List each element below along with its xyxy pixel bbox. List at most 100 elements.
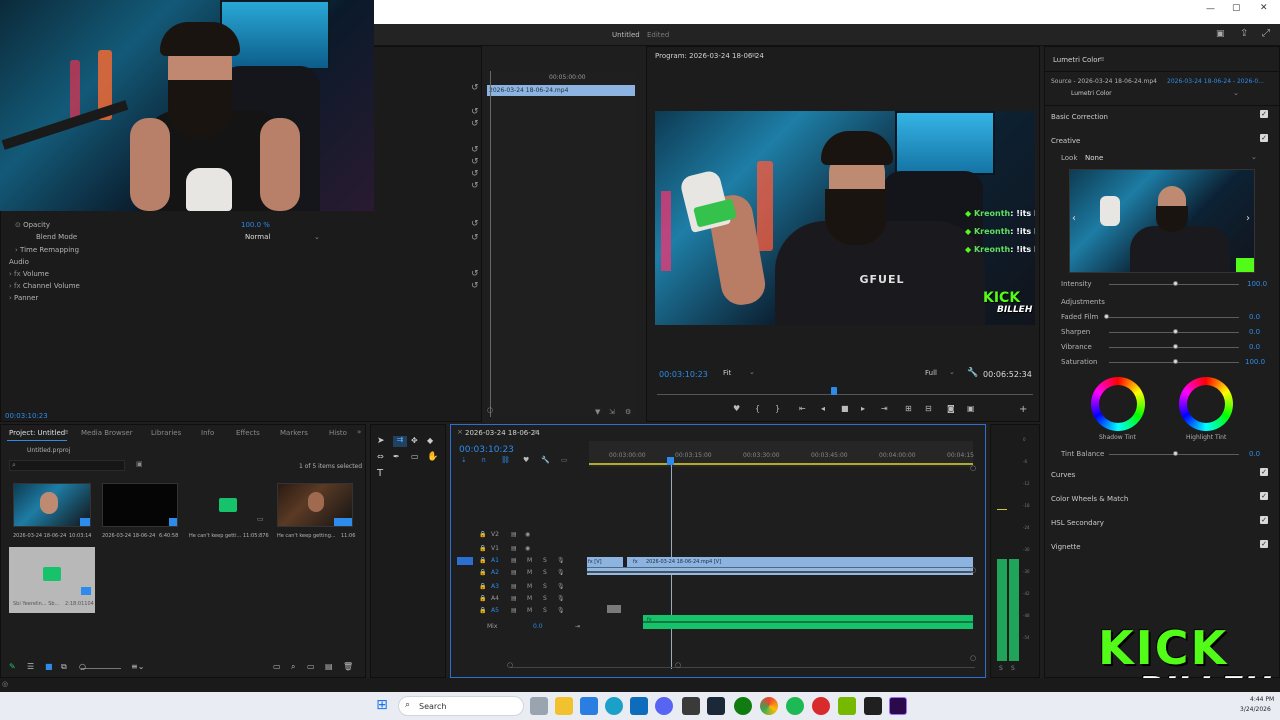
toggle-output-icon[interactable]: ▤ <box>511 581 517 593</box>
curves-checkbox[interactable]: ✓ <box>1260 468 1268 476</box>
settings-icon[interactable]: ⚙ <box>625 409 631 416</box>
step-back-icon[interactable]: ◂ <box>821 405 825 413</box>
timeline-wrench-icon[interactable]: 🔧 <box>541 457 550 464</box>
toggle-output-icon[interactable]: ▤ <box>511 529 517 541</box>
shadow-tint-wheel[interactable] <box>1091 377 1145 431</box>
new-bin-icon[interactable]: ▭ <box>307 663 315 671</box>
mix-jump-icon[interactable]: ⇥ <box>575 621 580 633</box>
faded-film-value[interactable]: 0.0 <box>1249 313 1260 321</box>
media-thumb[interactable] <box>13 483 91 527</box>
panner-row[interactable]: › Panner <box>9 292 38 304</box>
audio-clip-a5[interactable]: fx <box>643 615 973 629</box>
mini-clip[interactable]: 2026-03-24 18-06-24.mp4 <box>487 85 635 96</box>
lock-icon[interactable]: 🔒 <box>479 605 486 617</box>
red-app-icon[interactable] <box>812 697 830 715</box>
toggle-output-icon[interactable]: ▤ <box>511 543 517 555</box>
mute-icon[interactable]: M <box>527 567 532 579</box>
lock-icon[interactable]: 🔒 <box>479 529 486 541</box>
add-button-icon[interactable]: + <box>1019 405 1027 415</box>
mini-scrollbar[interactable]: ○ ▼ ⇲ ⚙ <box>487 407 637 419</box>
reset-icon[interactable]: ↺ <box>471 83 479 93</box>
spotify-icon[interactable] <box>786 697 804 715</box>
rectangle-tool-icon[interactable]: ▭ <box>411 453 419 461</box>
tab-histo[interactable]: Histo <box>329 429 347 437</box>
toggle-output-icon[interactable]: ▤ <box>511 593 517 605</box>
track-header-mix[interactable]: Mix 0.0 ⇥ <box>451 621 587 633</box>
nvidia-icon[interactable] <box>838 697 856 715</box>
mic-icon[interactable]: 🎙 <box>557 605 565 617</box>
track-scroll-handle-icon[interactable]: ○ <box>970 655 976 662</box>
scrubber-playhead[interactable] <box>831 387 837 395</box>
insert-icon[interactable]: ⇣ <box>461 457 467 464</box>
type-tool-icon[interactable]: T <box>377 469 383 479</box>
filter-icon[interactable]: ▼ <box>595 409 600 416</box>
sort-icon[interactable]: ≡⌄ <box>131 663 144 671</box>
quality-select[interactable]: Full <box>925 369 937 377</box>
selection-tool-icon[interactable]: ➤ <box>377 437 385 446</box>
hsl-checkbox[interactable]: ✓ <box>1260 516 1268 524</box>
toggle-output-icon[interactable]: ▤ <box>511 567 517 579</box>
volume-row[interactable]: › fx Volume <box>9 268 49 280</box>
tint-balance-knob[interactable] <box>1173 451 1178 456</box>
lock-icon[interactable]: 🔒 <box>479 593 486 605</box>
track-header-a2[interactable]: 🔒 A2 ▤ M S 🎙 <box>451 567 587 579</box>
taskbar-date[interactable]: 3/24/2026 <box>1240 706 1271 713</box>
vibrance-value[interactable]: 0.0 <box>1249 343 1260 351</box>
basic-correction-checkbox[interactable]: ✓ <box>1260 110 1268 118</box>
freeform-view-icon[interactable]: ⧉ <box>61 663 67 671</box>
mute-icon[interactable]: M <box>527 581 532 593</box>
lumetri-source-link[interactable]: 2026-03-24 18-06-24 - 2026-0... <box>1167 78 1264 85</box>
media-thumb-audio[interactable]: ▭ <box>189 483 265 527</box>
premiere-pro-icon[interactable] <box>889 697 907 715</box>
tab-info[interactable]: Info <box>201 429 214 437</box>
track-scroll-handle-icon[interactable]: ○ <box>970 465 976 472</box>
go-to-out-icon[interactable]: ⇥ <box>881 405 888 413</box>
windows-start-icon[interactable]: ⊞ <box>374 698 390 714</box>
vignette-checkbox[interactable]: ✓ <box>1260 540 1268 548</box>
reset-icon[interactable]: ↺ <box>471 269 479 279</box>
wheels-header[interactable]: Color Wheels & Match <box>1051 495 1128 503</box>
new-bin-icon[interactable]: ▣ <box>136 460 143 468</box>
faded-film-slider[interactable] <box>1109 317 1239 318</box>
xbox-icon[interactable] <box>682 697 700 715</box>
timeline-menu-icon[interactable]: ≡ <box>533 428 539 436</box>
adjustments-header[interactable]: Adjustments <box>1061 298 1105 306</box>
scroll-handle-icon[interactable]: ○ <box>487 407 493 414</box>
chevron-left-icon[interactable]: ‹ <box>1072 214 1076 224</box>
reset-icon[interactable]: ↺ <box>471 169 479 179</box>
media-thumb[interactable] <box>102 483 178 527</box>
automate-icon[interactable]: ▭ <box>273 663 281 671</box>
track-header-a4[interactable]: 🔒 A4 ▤ M S 🎙 <box>451 593 587 605</box>
solo-icon[interactable]: S <box>543 593 547 605</box>
discord-icon[interactable] <box>655 697 673 715</box>
media-thumb[interactable] <box>277 483 353 527</box>
wrench-icon[interactable]: 🔧 <box>967 368 978 378</box>
reset-icon[interactable]: ↺ <box>471 281 479 291</box>
solo-icon[interactable]: S <box>543 581 547 593</box>
reset-icon[interactable]: ↺ <box>471 119 479 129</box>
pen-tool-icon[interactable]: ✒ <box>393 453 400 461</box>
program-menu-icon[interactable]: ≡ <box>751 51 757 59</box>
saturation-value[interactable]: 100.0 <box>1245 358 1265 366</box>
chrome-icon[interactable] <box>760 697 778 715</box>
curves-header[interactable]: Curves <box>1051 471 1075 479</box>
edge-icon[interactable] <box>605 697 623 715</box>
highlight-tint-wheel[interactable] <box>1179 377 1233 431</box>
extract-icon[interactable]: ⊟ <box>925 405 932 413</box>
mark-out-icon[interactable]: } <box>775 405 780 413</box>
meter-solo-right[interactable]: S <box>1011 665 1015 672</box>
toggle-output-icon[interactable]: ▤ <box>511 555 517 567</box>
icon-view-icon[interactable]: ■ <box>45 663 53 671</box>
mix-value[interactable]: 0.0 <box>533 621 543 633</box>
maximize-button[interactable]: ▢ <box>1232 4 1241 13</box>
find-icon[interactable]: ⌕ <box>291 663 295 671</box>
tab-project[interactable]: Project: Untitled <box>9 429 65 437</box>
reset-icon[interactable]: ↺ <box>471 181 479 191</box>
creative-checkbox[interactable]: ✓ <box>1260 134 1268 142</box>
hand-tool-icon[interactable]: ✋ <box>427 453 438 462</box>
reset-icon[interactable]: ↺ <box>471 107 479 117</box>
reset-icon[interactable]: ↺ <box>471 157 479 167</box>
wheels-checkbox[interactable]: ✓ <box>1260 492 1268 500</box>
razor-tool-icon[interactable]: ◆ <box>427 437 433 445</box>
solo-icon[interactable]: S <box>543 605 547 617</box>
